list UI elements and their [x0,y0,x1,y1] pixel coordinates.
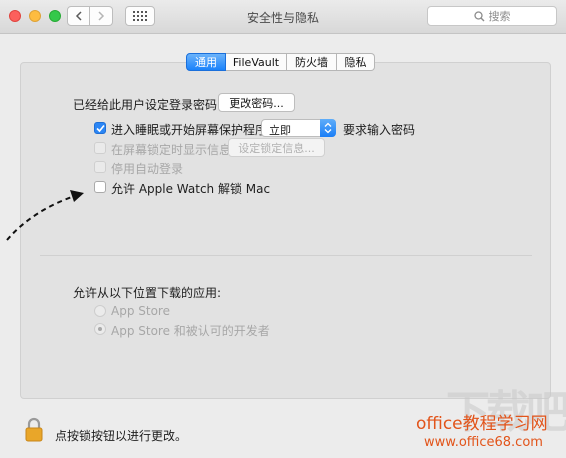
lock-button[interactable] [25,417,43,446]
lock-message-checkbox[interactable] [94,142,106,154]
apple-watch-unlock-label: 允许 Apple Watch 解锁 Mac [111,182,271,196]
require-password-label: 进入睡眠或开始屏幕保护程序 [111,123,268,137]
require-password-suffix: 要求输入密码 [343,123,416,137]
search-input[interactable]: 搜索 [427,6,557,26]
radio-app-store-label: App Store [111,304,170,318]
require-password-checkbox[interactable] [94,122,106,134]
require-password-delay-value: 立即 [269,124,291,137]
tab-bar: 通用 FileVault 防火墙 隐私 [186,53,375,71]
disable-auto-login-checkbox[interactable] [94,161,106,173]
download-apps-heading: 允许从以下位置下载的应用: [73,286,222,300]
arrow-annotation-icon [6,190,84,241]
lock-hint-text: 点按锁按钮以进行更改。 [55,429,188,443]
require-password-delay-select[interactable]: 立即 [261,119,336,137]
tab-filevault[interactable]: FileVault [226,53,287,71]
change-password-button[interactable]: 更改密码... [218,93,295,112]
chevron-updown-icon [320,119,336,137]
lock-icon [25,417,43,442]
tab-privacy[interactable]: 隐私 [337,53,375,71]
watermark-site-name: office教程学习网 [416,414,548,434]
set-lock-message-button[interactable]: 设定锁定信息... [228,138,325,157]
radio-app-store[interactable] [94,305,106,317]
radio-app-store-identified[interactable] [94,323,106,335]
title-bar: 安全性与隐私 搜索 [0,0,566,34]
login-password-label: 已经给此用户设定登录密码 [73,98,218,112]
disable-auto-login-label: 停用自动登录 [111,162,184,176]
apple-watch-unlock-checkbox[interactable] [94,181,106,193]
tab-firewall[interactable]: 防火墙 [287,53,337,71]
section-divider [40,255,532,256]
checkmark-icon [96,124,105,133]
search-placeholder: 搜索 [488,10,511,23]
lock-message-label: 在屏幕锁定时显示信息 [111,143,232,157]
watermark-url: www.office68.com [424,435,543,450]
tab-general[interactable]: 通用 [186,53,226,71]
search-icon [473,10,484,21]
radio-app-store-identified-label: App Store 和被认可的开发者 [111,324,270,338]
